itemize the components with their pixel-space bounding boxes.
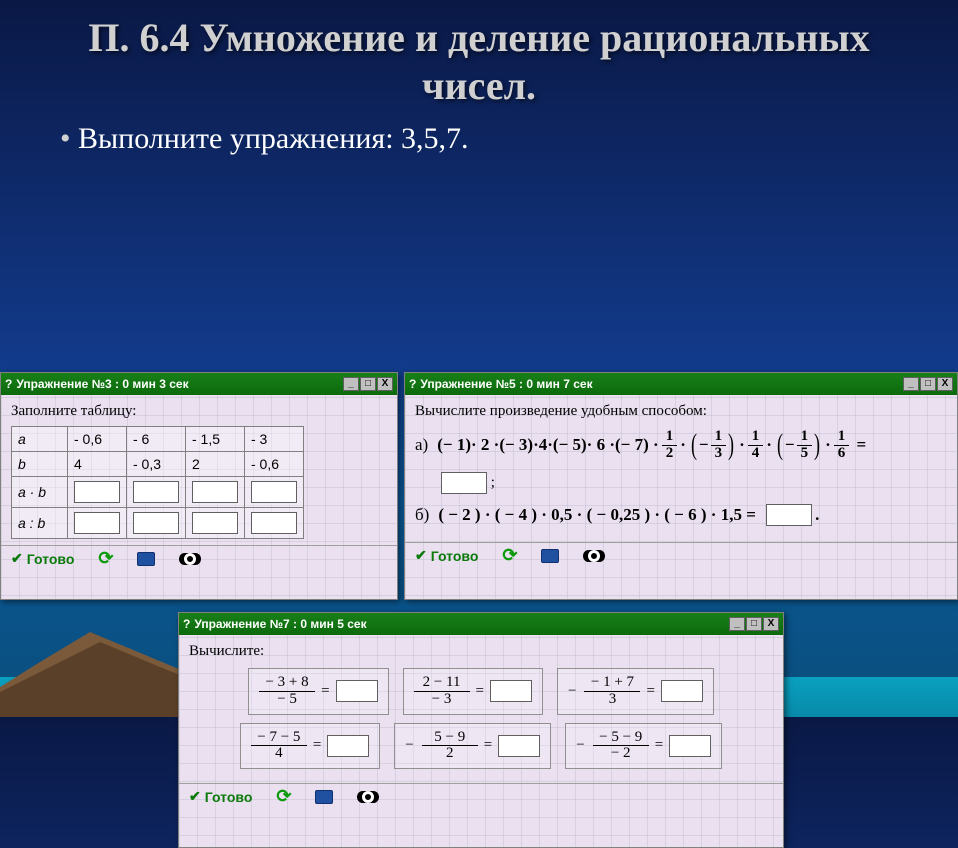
exercise-3-window: ? Упражнение №3 : 0 мин 3 сек _ □ X Запо… [0,372,398,600]
answer-input[interactable] [441,472,487,494]
answer-input[interactable] [327,735,369,757]
fraction-cell: − 7 − 54= [240,723,380,770]
titlebar[interactable]: ? Упражнение №3 : 0 мин 3 сек _ □ X [1,373,397,395]
leading-minus: − [576,737,584,754]
maximize-button[interactable]: □ [920,377,936,391]
window-title: Упражнение №7 : 0 мин 5 сек [194,613,366,635]
window-title: Упражнение №5 : 0 мин 7 сек [420,373,592,395]
prompt: Вычислите: [189,643,773,660]
answer-input[interactable] [498,735,540,757]
refresh-icon[interactable]: ⟳ [502,545,517,566]
ready-button[interactable]: Готово [415,547,478,564]
answer-input[interactable] [336,680,378,702]
fraction: 2 − 11− 3 [414,675,470,708]
answer-input[interactable] [669,735,711,757]
answer-input[interactable] [192,512,238,534]
maximize-button[interactable]: □ [746,617,762,631]
fraction: − 7 − 54 [251,730,307,763]
slide-bullet: Выполните упражнения: 3,5,7. [0,116,958,166]
leading-minus: − [405,737,413,754]
answer-input[interactable] [74,481,120,503]
table-row: a · b [12,477,304,508]
exercise-7-window: ? Упражнение №7 : 0 мин 5 сек _ □ X Вычи… [178,612,784,848]
eye-icon[interactable] [179,553,201,565]
ready-button[interactable]: Готово [11,550,74,567]
maximize-button[interactable]: □ [360,377,376,391]
close-button[interactable]: X [377,377,393,391]
answer-input[interactable] [766,504,812,526]
answer-input[interactable] [490,680,532,702]
refresh-icon[interactable]: ⟳ [276,786,291,807]
calculator-icon[interactable] [137,552,155,566]
window-title: Упражнение №3 : 0 мин 3 сек [16,373,188,395]
expression-a: а) (− 1)· 2 ·(− 3)·4·(− 5)· 6 ·(− 7) · 1… [415,428,947,462]
data-table: a - 0,6 - 6 - 1,5 - 3 b 4 - 0,3 2 - 0,6 … [11,426,304,539]
minimize-button[interactable]: _ [343,377,359,391]
answer-input[interactable] [251,512,297,534]
answer-input[interactable] [251,481,297,503]
table-row: b 4 - 0,3 2 - 0,6 [12,452,304,477]
minimize-button[interactable]: _ [729,617,745,631]
ready-button[interactable]: Готово [189,788,252,805]
answer-input[interactable] [661,680,703,702]
titlebar[interactable]: ? Упражнение №7 : 0 мин 5 сек _ □ X [179,613,783,635]
fraction-cell: − 3 + 8− 5= [248,668,388,715]
answer-input[interactable] [133,512,179,534]
fraction: − 3 + 8− 5 [259,675,315,708]
statusbar: Готово ⟳ [1,545,397,571]
fraction-cell: −− 1 + 73= [557,668,714,715]
fraction-cell: −5 − 92= [394,723,551,770]
help-icon: ? [409,373,416,395]
leading-minus: − [568,683,576,700]
statusbar: Готово ⟳ [405,542,957,568]
fraction-cell: 2 − 11− 3= [403,668,543,715]
exercise-5-window: ? Упражнение №5 : 0 мин 7 сек _ □ X Вычи… [404,372,958,600]
prompt: Заполните таблицу: [11,403,387,420]
close-button[interactable]: X [763,617,779,631]
fraction: 5 − 92 [422,730,478,763]
fraction: − 5 − 9− 2 [593,730,649,763]
minimize-button[interactable]: _ [903,377,919,391]
expression-b: б) ( − 2 ) · ( − 4 ) · 0,5 · ( − 0,25 ) … [415,504,947,526]
calculator-icon[interactable] [315,790,333,804]
eye-icon[interactable] [357,791,379,803]
slide-title: П. 6.4 Умножение и деление рациональных … [0,0,958,116]
table-row: a : b [12,508,304,539]
prompt: Вычислите произведение удобным способом: [415,403,947,420]
titlebar[interactable]: ? Упражнение №5 : 0 мин 7 сек _ □ X [405,373,957,395]
fraction-cell: −− 5 − 9− 2= [565,723,722,770]
eye-icon[interactable] [583,550,605,562]
close-button[interactable]: X [937,377,953,391]
calculator-icon[interactable] [541,549,559,563]
exercise-grid: − 3 + 8− 5= 2 − 11− 3= −− 1 + 73= − 7 − 54=… [189,668,773,769]
refresh-icon[interactable]: ⟳ [98,548,113,569]
help-icon: ? [183,613,190,635]
answer-input[interactable] [192,481,238,503]
answer-input[interactable] [133,481,179,503]
help-icon: ? [5,373,12,395]
statusbar: Готово ⟳ [179,783,783,809]
fraction: − 1 + 73 [584,675,640,708]
answer-input[interactable] [74,512,120,534]
table-row: a - 0,6 - 6 - 1,5 - 3 [12,427,304,452]
